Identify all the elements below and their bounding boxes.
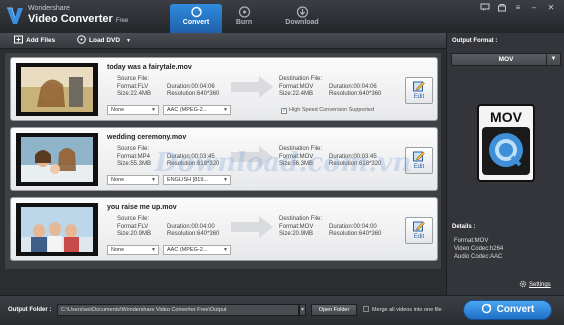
app-logo-icon	[7, 7, 23, 24]
file-item[interactable]: you raise me up.mov Source File: Format:…	[10, 197, 438, 261]
audio-track-select[interactable]: AAC (MPEG-2... ▼	[163, 105, 231, 115]
toolbar: Add Files Load DVD ▼	[0, 33, 446, 49]
disc-icon	[77, 35, 86, 44]
gear-icon	[519, 280, 527, 288]
output-format-panel: Output Format : MOV ▼ MOV Details : Form…	[446, 33, 564, 295]
destination-info: Destination File: Format:MOV Duration:00:…	[279, 76, 382, 97]
subtitle-select[interactable]: None ▼	[107, 245, 159, 255]
high-speed-checkbox[interactable]: ✓ High Speed Conversion Supported	[281, 107, 374, 114]
svg-text:MOV: MOV	[490, 109, 523, 125]
tab-download[interactable]: Download	[276, 4, 328, 33]
details-label: Details :	[452, 224, 476, 230]
format-details: Format:MOV Video Codec:h264 Audio Codec:…	[454, 238, 504, 260]
file-name: wedding ceremony.mov	[107, 134, 187, 141]
output-folder-input[interactable]: C:\Users\ws\Documents\Wondershare Video …	[57, 304, 299, 316]
edit-button[interactable]: Edit	[405, 77, 433, 104]
menu-icon[interactable]: ≡	[512, 3, 524, 13]
bottom-bar: Output Folder : C:\Users\ws\Documents\Wo…	[0, 295, 564, 325]
chevron-down-icon: ▼	[546, 54, 560, 65]
download-icon	[296, 6, 308, 18]
subtitle-select[interactable]: None ▼	[107, 105, 159, 115]
destination-info: Destination File: Format:MOV Duration:00:…	[279, 216, 382, 237]
mov-format-icon[interactable]: MOV	[476, 103, 536, 183]
tab-convert[interactable]: Convert	[170, 4, 222, 33]
tab-burn[interactable]: Burn	[218, 4, 270, 33]
video-thumbnail	[16, 133, 98, 186]
output-folder-dropdown-icon[interactable]: ▼	[299, 304, 306, 316]
audio-track-select[interactable]: AAC (MPEG-2... ▼	[163, 245, 231, 255]
disc-icon	[238, 6, 250, 18]
arrow-icon	[231, 76, 273, 98]
edit-icon	[413, 151, 425, 162]
merge-checkbox[interactable]: Merge all videos into one file	[363, 306, 442, 313]
source-info: Source File: Format:FLV Duration:00:04:06…	[117, 76, 220, 97]
load-dvd-button[interactable]: Load DVD	[77, 35, 120, 47]
convert-button[interactable]: Convert	[463, 300, 552, 320]
subtitle-select[interactable]: None ▼	[107, 175, 159, 185]
load-dvd-dropdown-icon[interactable]: ▼	[126, 35, 131, 47]
output-format-select[interactable]: MOV ▼	[451, 53, 561, 66]
source-info: Source File: Format:FLV Duration:00:04:00…	[117, 216, 220, 237]
settings-link[interactable]: Settings	[519, 280, 551, 288]
minimize-icon[interactable]: –	[528, 3, 540, 13]
edit-button[interactable]: Edit	[405, 217, 433, 244]
feedback-icon[interactable]	[479, 3, 491, 13]
watermark: Download.com.vn	[155, 148, 412, 178]
title-bar: Wondershare Video Converter Free Convert…	[0, 0, 564, 33]
close-icon[interactable]: ✕	[545, 3, 557, 13]
file-name: you raise me up.mov	[107, 204, 177, 211]
file-item[interactable]: today was a fairytale.mov Source File: F…	[10, 57, 438, 121]
file-name: today was a fairytale.mov	[107, 64, 192, 71]
open-folder-button[interactable]: Open Folder	[311, 304, 357, 316]
convert-icon	[190, 6, 202, 18]
arrow-icon	[231, 216, 273, 238]
add-files-button[interactable]: Add Files	[14, 35, 55, 47]
edit-icon	[413, 81, 425, 92]
video-thumbnail	[16, 63, 98, 116]
output-folder-label: Output Folder :	[8, 307, 52, 313]
brand-name: Wondershare	[28, 5, 70, 12]
video-thumbnail	[16, 203, 98, 256]
register-icon[interactable]	[496, 3, 508, 13]
app-title: Video Converter Free	[28, 13, 129, 25]
add-files-icon	[14, 35, 23, 44]
convert-icon	[481, 303, 492, 314]
edit-icon	[413, 221, 425, 232]
output-format-label: Output Format :	[452, 38, 498, 44]
